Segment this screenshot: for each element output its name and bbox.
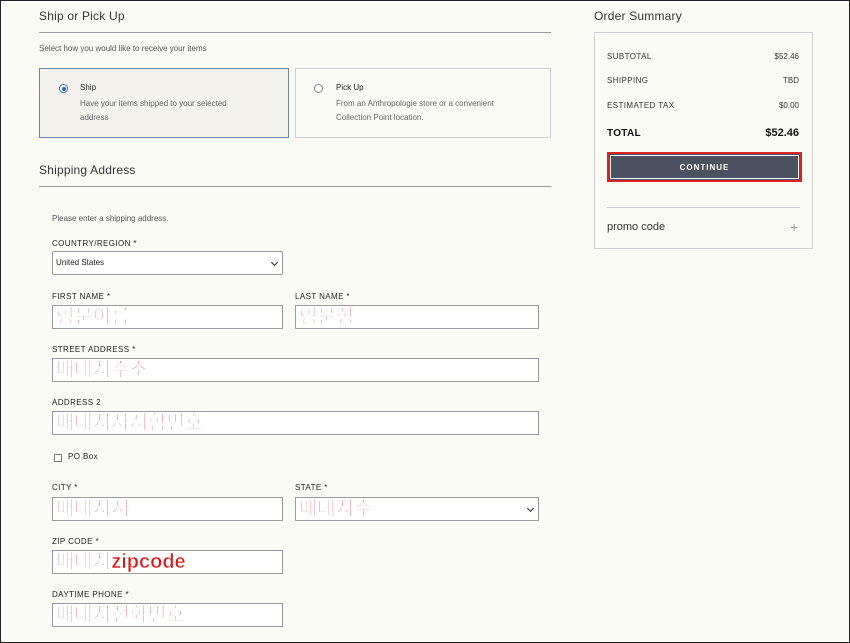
city-label: CITY * xyxy=(52,483,78,492)
phone-label: DAYTIME PHONE * xyxy=(52,590,129,599)
subtotal-value: $52.46 xyxy=(774,52,799,61)
total-label: TOTAL xyxy=(607,128,641,139)
address2-input[interactable]: 배대지사서함번호 xyxy=(52,411,539,435)
ship-section-title: Ship or Pick Up xyxy=(39,9,125,23)
state-value: 배대지주 xyxy=(299,498,373,520)
address2-label: ADDRESS 2 xyxy=(52,398,101,407)
ship-option-desc-2: address xyxy=(80,113,109,122)
shipping-address-title: Shipping Address xyxy=(39,163,136,177)
ship-option-desc-1: Have your items shipped to your selected xyxy=(80,99,227,108)
country-label: COUNTRY/REGION * xyxy=(52,239,137,248)
last-name-label: LAST NAME * xyxy=(295,292,350,301)
po-box-label: PO Box xyxy=(68,452,98,461)
plus-icon[interactable]: + xyxy=(790,219,798,235)
state-select[interactable]: 배대지주 xyxy=(295,497,539,521)
phone-input[interactable]: 배대지전화번호 xyxy=(52,603,283,627)
subtotal-label: SUBTOTAL xyxy=(607,52,652,61)
shipping-label: SHIPPING xyxy=(607,76,649,85)
ship-radio[interactable] xyxy=(59,84,68,93)
pickup-radio[interactable] xyxy=(314,84,323,93)
country-select[interactable]: United States xyxy=(52,251,283,275)
ship-option-card[interactable]: Ship Have your items shipped to your sel… xyxy=(39,68,289,138)
country-value: United States xyxy=(56,258,105,267)
order-summary-title: Order Summary xyxy=(594,9,682,23)
pickup-option-title: Pick Up xyxy=(336,83,364,92)
first-name-label: FIRST NAME * xyxy=(52,292,111,301)
chevron-down-icon xyxy=(270,258,279,267)
tax-label: ESTIMATED TAX xyxy=(607,101,675,110)
divider xyxy=(39,186,551,187)
address-instruction: Please enter a shipping address. xyxy=(52,214,169,223)
continue-button[interactable]: CONTINUE xyxy=(607,152,802,182)
last-name-input[interactable]: 영문성 xyxy=(295,305,539,329)
total-value: $52.46 xyxy=(765,127,799,139)
ship-option-title: Ship xyxy=(80,83,97,92)
divider xyxy=(607,207,800,208)
first-name-input[interactable]: 영문이름 xyxy=(52,305,283,329)
order-summary-box xyxy=(594,32,813,249)
ship-section-subtitle: Select how you would like to receive you… xyxy=(39,44,207,53)
zip-input[interactable]: 배대지zipcode xyxy=(52,550,283,574)
street-label: STREET ADDRESS * xyxy=(52,345,136,354)
po-box-checkbox[interactable] xyxy=(54,454,62,462)
promo-code-toggle[interactable]: promo code xyxy=(607,221,665,233)
street-input[interactable]: 배대지주소 xyxy=(52,358,539,382)
state-label: STATE * xyxy=(295,483,328,492)
tax-value: $0.00 xyxy=(778,101,799,110)
pickup-option-desc-1: From an Anthropologie store or a conveni… xyxy=(336,99,494,108)
chevron-down-icon xyxy=(526,504,535,513)
divider xyxy=(39,32,551,33)
shipping-value: TBD xyxy=(783,76,799,85)
zip-label: ZIP CODE * xyxy=(52,537,99,546)
city-input[interactable]: 배대지시 xyxy=(52,497,283,521)
pickup-option-desc-2: Collection Point location. xyxy=(336,113,424,122)
pickup-option-card[interactable]: Pick Up From an Anthropologie store or a… xyxy=(295,68,551,138)
continue-button-label: CONTINUE xyxy=(610,155,799,179)
